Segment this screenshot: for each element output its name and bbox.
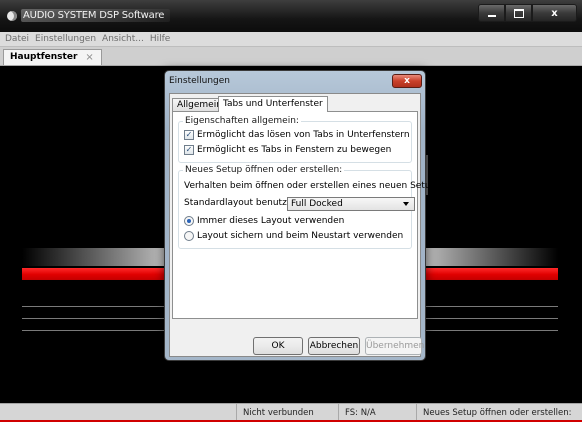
maximize-button[interactable] — [505, 4, 532, 22]
radio-label: Immer dieses Layout verwenden — [197, 216, 345, 226]
close-icon: x — [551, 7, 558, 19]
menu-einstellungen[interactable]: Einstellungen — [32, 32, 99, 46]
setup-description: Verhalten beim öffnen oder erstellen ein… — [184, 181, 444, 191]
apply-button[interactable]: Übernehmen — [365, 337, 424, 355]
maximize-icon — [513, 8, 524, 18]
tab-page: Eigenschaften allgemein: ✓ Ermöglicht da… — [172, 111, 444, 319]
menu-datei[interactable]: Datei — [2, 32, 32, 46]
tab-hauptfenster[interactable]: Hauptfenster × — [3, 49, 102, 65]
radio-immer-layout[interactable]: Immer dieses Layout verwenden — [184, 216, 344, 226]
radio-layout-sichern[interactable]: Layout sichern und beim Neustart verwend… — [184, 231, 403, 241]
window-title: AUDIO SYSTEM DSP Software — [21, 9, 171, 22]
status-bar: Nicht verbunden FS: N/A Neues Setup öffn… — [0, 403, 582, 422]
tab-label: Hauptfenster — [10, 52, 78, 62]
radio-selected-icon[interactable] — [184, 216, 194, 226]
layout-label: Standardlayout benutzen: — [184, 198, 301, 208]
dialog-title: Einstellungen — [169, 76, 231, 86]
checkbox-checked-icon[interactable]: ✓ — [184, 145, 194, 155]
option-tabs-bewegen[interactable]: ✓ Ermöglicht es Tabs in Fenstern zu bewe… — [184, 145, 391, 155]
close-window-button[interactable]: x — [532, 4, 577, 22]
checkbox-checked-icon[interactable]: ✓ — [184, 130, 194, 140]
red-bar-left — [22, 268, 166, 280]
menu-ansicht[interactable]: Ansicht... — [99, 32, 147, 46]
chevron-down-icon — [403, 202, 409, 206]
title-bar: AUDIO SYSTEM DSP Software x — [0, 0, 582, 32]
minimize-button[interactable] — [478, 4, 505, 22]
tab-close-icon[interactable]: × — [85, 50, 93, 65]
radio-label: Layout sichern und beim Neustart verwend… — [197, 231, 404, 241]
cancel-button[interactable]: Abbrechen — [308, 337, 360, 355]
document-tab-strip: Hauptfenster × — [0, 47, 582, 66]
menu-bar: Datei Einstellungen Ansicht... Hilfe — [0, 32, 582, 47]
description-text: Verhalten beim öffnen oder erstellen ein… — [184, 181, 444, 191]
group-legend: Eigenschaften allgemein: — [183, 116, 301, 126]
radio-unselected-icon[interactable] — [184, 231, 194, 241]
divider-line — [426, 306, 558, 307]
red-bar-right — [424, 268, 558, 280]
option-label: Ermöglicht es Tabs in Fenstern zu bewege… — [197, 145, 392, 155]
option-tabs-loesen[interactable]: ✓ Ermöglicht das lösen von Tabs in Unter… — [184, 130, 410, 140]
ok-button[interactable]: OK — [253, 337, 303, 355]
divider-line — [22, 306, 164, 307]
tab-tabs-und-unterfenster[interactable]: Tabs und Unterfenster — [218, 96, 328, 112]
dialog-body: Allgemein Tabs und Unterfenster Eigensch… — [169, 93, 444, 357]
level-indicator-left — [22, 248, 166, 266]
layout-label-text: Standardlayout benutzen: — [184, 198, 302, 208]
menu-hilfe[interactable]: Hilfe — [147, 32, 173, 46]
app-icon — [7, 11, 17, 21]
group-neues-setup: Neues Setup öffnen oder erstellen: Verha… — [178, 165, 444, 249]
divider-line — [426, 330, 558, 331]
divider-line — [22, 318, 164, 319]
group-eigenschaften: Eigenschaften allgemein: ✓ Ermöglicht da… — [178, 116, 412, 163]
dialog-close-button[interactable]: x — [392, 74, 422, 88]
select-value: Full Docked — [291, 199, 343, 209]
minimize-icon — [487, 15, 496, 17]
divider-line — [22, 330, 164, 331]
level-indicator-right — [424, 248, 558, 266]
divider-line — [426, 318, 558, 319]
settings-dialog: Einstellungen x Allgemein Tabs und Unter… — [164, 70, 444, 361]
group-legend: Neues Setup öffnen oder erstellen: — [183, 165, 345, 175]
layout-select[interactable]: Full Docked — [287, 197, 415, 211]
close-icon: x — [404, 76, 410, 86]
option-label: Ermöglicht das lösen von Tabs in Unterfe… — [197, 130, 410, 140]
